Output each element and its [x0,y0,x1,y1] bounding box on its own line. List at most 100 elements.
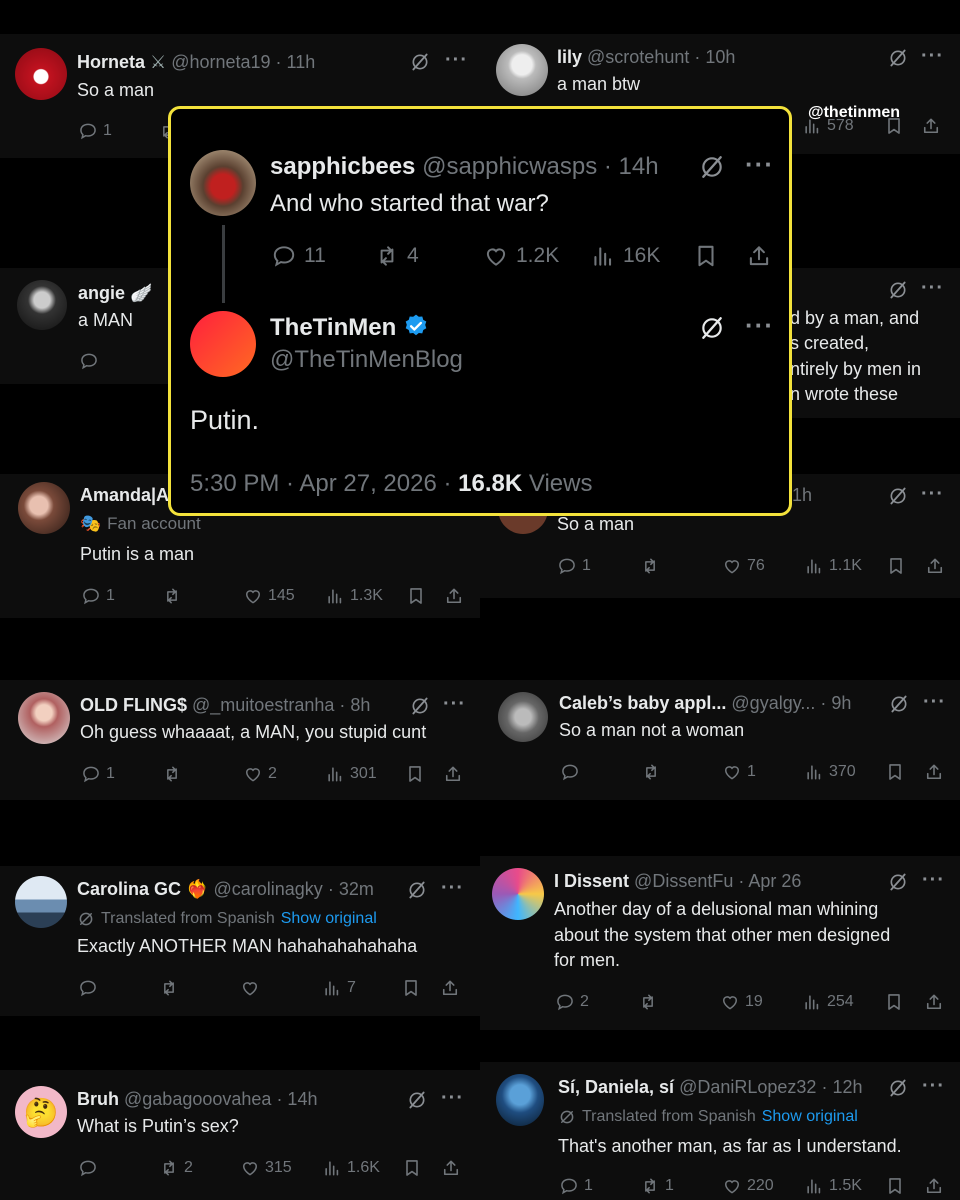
retweet-button[interactable] [162,764,182,784]
avatar-bruh[interactable]: 🤔 [15,1086,67,1138]
bookmark-button[interactable] [402,1158,422,1178]
more-options-icon[interactable]: ··· [441,1088,464,1108]
show-original-link[interactable]: Show original [281,910,377,928]
display-name[interactable]: OLD FLING$ [80,695,187,715]
display-name[interactable]: angie [78,283,125,303]
views-button[interactable]: 16K [590,243,660,269]
reply-button[interactable]: 1 [81,764,115,784]
display-name[interactable]: Sí, Daniela, sí [558,1077,674,1097]
more-options-icon[interactable]: ··· [745,312,774,338]
bookmark-button[interactable] [406,586,426,606]
share-button[interactable] [444,586,464,606]
display-name[interactable]: I Dissent [554,871,629,891]
avatar-caleb[interactable] [498,692,548,742]
retweet-button[interactable]: 1 [640,1176,674,1196]
more-options-icon[interactable]: ··· [921,484,944,504]
display-name[interactable]: sapphicbees [270,153,415,180]
display-name[interactable]: lily [557,47,582,67]
grok-icon[interactable] [699,154,725,180]
timestamp[interactable]: · 8h [339,695,370,715]
display-name[interactable]: Horneta [77,52,145,72]
more-options-icon[interactable]: ··· [745,151,774,177]
handle[interactable]: @gabagooovahea [124,1089,271,1109]
share-button[interactable] [924,1176,944,1196]
views-button[interactable]: 1.3K [325,586,383,606]
display-name[interactable]: TheTinMen [270,314,396,341]
timestamp[interactable]: · 12h [821,1077,862,1097]
reply-button[interactable]: 1 [81,586,115,606]
tweet-card-carolina[interactable]: Carolina GC ❤‍🔥 @carolinagky · 32m ··· T… [0,866,480,1016]
handle[interactable]: @DissentFu [634,871,733,891]
like-button[interactable]: 145 [243,586,295,606]
more-options-icon[interactable]: ··· [922,870,945,890]
timestamp[interactable]: · Apr 26 [738,871,801,891]
share-button[interactable] [441,1158,461,1178]
avatar-daniela[interactable] [496,1074,544,1126]
retweet-button[interactable] [638,992,658,1012]
share-button[interactable] [440,978,460,998]
grok-icon[interactable] [407,1090,427,1110]
reply-button[interactable]: 1 [557,556,591,576]
grok-icon[interactable] [699,315,725,341]
bookmark-button[interactable] [401,978,421,998]
timestamp[interactable]: · 11h [276,52,316,72]
avatar-horneta[interactable] [15,48,67,100]
timestamp[interactable]: · 9h [820,693,851,713]
views-button[interactable]: 1.5K [804,1176,862,1196]
reply-button[interactable] [78,1158,98,1178]
avatar-idissent[interactable] [492,868,544,920]
more-options-icon[interactable]: ··· [923,692,946,712]
reply-button[interactable] [560,762,580,782]
more-options-icon[interactable]: ··· [445,50,468,70]
bookmark-button[interactable] [405,764,425,784]
retweet-button[interactable]: 4 [374,243,419,269]
tweet-card-oldflings[interactable]: OLD FLING$ @_muitoestranha · 8h ··· Oh g… [0,680,480,800]
retweet-button[interactable] [640,556,660,576]
tweet-card-caleb[interactable]: Caleb’s baby appl... @gyalgy... · 9h ···… [480,680,960,800]
reply-button[interactable] [78,978,98,998]
retweet-button[interactable] [159,978,179,998]
avatar-oldflings[interactable] [18,692,70,744]
handle[interactable]: @sapphicwasps [422,153,597,180]
avatar-thetinmen[interactable] [190,311,256,377]
handle[interactable]: @TheTinMenBlog [270,345,463,375]
views-button[interactable]: 7 [322,978,356,998]
grok-icon[interactable] [889,694,909,714]
like-button[interactable]: 220 [722,1176,774,1196]
reply-button[interactable]: 11 [271,243,326,269]
share-button[interactable] [746,243,772,269]
tweet-card-daniela[interactable]: Sí, Daniela, sí @DaniRLopez32 · 12h ··· … [480,1062,960,1200]
avatar-lily[interactable] [496,44,548,96]
views-button[interactable]: 301 [325,764,377,784]
retweet-button[interactable]: 2 [159,1158,193,1178]
share-button[interactable] [443,764,463,784]
bookmark-button[interactable] [885,762,905,782]
timestamp[interactable]: · 10h [694,47,735,67]
avatar-angie[interactable] [17,280,67,330]
reply-button[interactable] [79,351,99,371]
display-name[interactable]: Bruh [77,1089,119,1109]
views-button[interactable]: 254 [802,992,854,1012]
handle[interactable]: @carolinagky [213,879,322,899]
grok-icon[interactable] [888,486,908,506]
timestamp[interactable]: · 14h [604,153,659,180]
tweet-timestamp[interactable]: 5:30 PM · Apr 27, 2026 · [190,470,451,497]
share-button[interactable] [924,992,944,1012]
like-button[interactable]: 2 [243,764,277,784]
grok-icon[interactable] [407,880,427,900]
share-button[interactable] [921,116,941,136]
show-original-link[interactable]: Show original [762,1108,858,1126]
grok-icon[interactable] [410,52,430,72]
grok-icon[interactable] [888,48,908,68]
more-options-icon[interactable]: ··· [441,878,464,898]
handle[interactable]: @scrotehunt [587,47,689,67]
grok-icon[interactable] [410,696,430,716]
display-name[interactable]: Caleb’s baby appl... [559,693,726,713]
more-options-icon[interactable]: ··· [921,46,944,66]
like-button[interactable] [240,978,260,998]
bookmark-button[interactable] [885,1176,905,1196]
bookmark-button[interactable] [884,992,904,1012]
like-button[interactable]: 76 [722,556,765,576]
avatar-amanda[interactable] [18,482,70,534]
like-button[interactable]: 315 [240,1158,292,1178]
